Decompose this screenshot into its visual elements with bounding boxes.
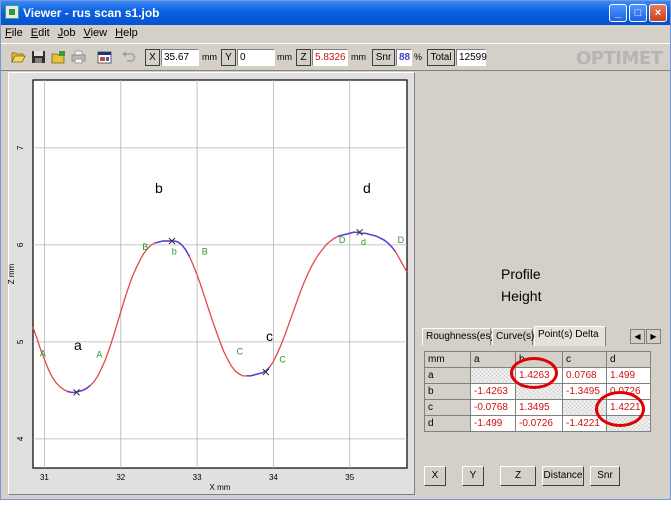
window-title: Viewer - rus scan s1.job: [23, 6, 160, 20]
plot-panel[interactable]: [8, 72, 415, 495]
distance-button[interactable]: Distance: [542, 466, 584, 486]
table-cell[interactable]: -0.0768: [470, 399, 516, 416]
z-unit: mm: [351, 52, 366, 62]
print-icon: [71, 50, 86, 64]
minimize-button[interactable]: _: [609, 4, 627, 22]
total-label: Total: [427, 49, 455, 66]
y-unit: mm: [277, 52, 292, 62]
table-header-cell: mm: [424, 351, 471, 368]
snr-button[interactable]: Snr: [590, 466, 620, 486]
row-label: d: [424, 415, 471, 432]
open-folder-button[interactable]: [9, 48, 28, 67]
x-unit: mm: [202, 52, 217, 62]
table-cell[interactable]: [470, 367, 516, 384]
annotation-c: c: [266, 328, 273, 344]
total-field[interactable]: 12599: [456, 49, 487, 66]
annotation-d: d: [363, 180, 371, 196]
highlight-circle-ab: [510, 357, 558, 389]
open-folder-icon: [11, 52, 26, 63]
table-cell[interactable]: 0.0768: [562, 367, 607, 384]
annotation-b: b: [155, 180, 163, 196]
tab-roughness[interactable]: Roughness(es): [422, 328, 494, 345]
snr-unit: %: [414, 52, 423, 62]
snr-field[interactable]: 88: [396, 49, 412, 66]
tab-scroll-right-icon[interactable]: ▶: [646, 329, 661, 344]
snr-label: Snr: [372, 49, 395, 66]
row-label: c: [424, 399, 471, 416]
open-job-button[interactable]: [49, 48, 68, 67]
properties-icon: [97, 51, 112, 64]
properties-button[interactable]: [95, 48, 114, 67]
toolbar: X 35.67 mm Y 0 mm Z 5.8326 mm Snr 88 % T…: [1, 43, 670, 71]
z-label: Z: [296, 49, 311, 66]
height-label: Height: [501, 288, 542, 304]
tab-points-delta[interactable]: Point(s) Delta: [534, 326, 606, 346]
highlight-circle-cd: [595, 391, 645, 427]
undo-button[interactable]: [119, 48, 138, 67]
maximize-button[interactable]: □: [629, 4, 647, 22]
app-icon: [5, 5, 19, 19]
undo-icon: [122, 51, 136, 62]
tab-curves[interactable]: Curve(s): [492, 328, 534, 345]
annotation-a: a: [74, 337, 82, 353]
close-button[interactable]: ×: [649, 4, 667, 22]
table-header-cell: d: [606, 351, 651, 368]
row-label: b: [424, 383, 471, 400]
z-button[interactable]: Z: [500, 466, 536, 486]
save-icon: [32, 51, 45, 63]
menu-bar: File Edit Job View Help: [1, 25, 670, 42]
z-field[interactable]: 5.8326: [312, 49, 348, 66]
title-bar[interactable]: Viewer - rus scan s1.job _ □ ×: [1, 1, 670, 25]
table-cell[interactable]: 1.499: [606, 367, 651, 384]
print-button[interactable]: [69, 48, 88, 67]
menu-file[interactable]: File: [1, 25, 27, 39]
tab-scroll-left-icon[interactable]: ◀: [630, 329, 645, 344]
x-field[interactable]: 35.67: [161, 49, 199, 66]
menu-job[interactable]: Job: [54, 25, 80, 39]
profile-label: Profile: [501, 266, 541, 282]
y-button[interactable]: Y: [462, 466, 484, 486]
y-label: Y: [221, 49, 236, 66]
menu-edit[interactable]: Edit: [27, 25, 54, 39]
menu-view[interactable]: View: [79, 25, 111, 39]
optimet-logo: OPTIMET: [576, 48, 663, 69]
table-cell[interactable]: -1.499: [470, 415, 516, 432]
open-job-icon: [51, 51, 65, 64]
table-cell[interactable]: 1.3495: [515, 399, 563, 416]
menu-help[interactable]: Help: [111, 25, 142, 39]
table-header-cell: c: [562, 351, 607, 368]
table-cell[interactable]: -0.0726: [515, 415, 563, 432]
row-label: a: [424, 367, 471, 384]
table-cell[interactable]: -1.4263: [470, 383, 516, 400]
x-label: X: [145, 49, 160, 66]
table-header-cell: a: [470, 351, 516, 368]
x-button[interactable]: X: [424, 466, 446, 486]
y-field[interactable]: 0: [237, 49, 275, 66]
save-button[interactable]: [29, 48, 48, 67]
